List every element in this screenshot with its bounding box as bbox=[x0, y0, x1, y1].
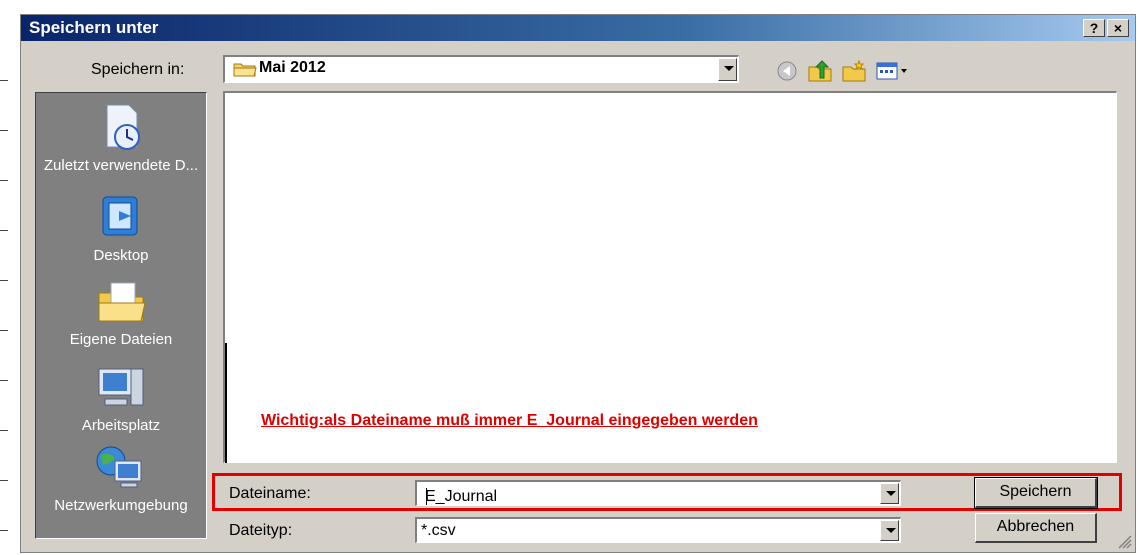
place-label: Eigene Dateien bbox=[69, 331, 173, 348]
up-folder-icon[interactable] bbox=[807, 59, 833, 83]
filetype-label: Dateityp: bbox=[229, 522, 293, 539]
place-network[interactable]: Netzwerkumgebung bbox=[36, 441, 206, 515]
save-in-value: Mai 2012 bbox=[259, 59, 326, 76]
list-border-artifact bbox=[225, 343, 227, 463]
text-caret bbox=[426, 488, 427, 505]
file-list[interactable]: Wichtig:als Dateiname muß immer E_Journa… bbox=[223, 91, 1117, 463]
title-bar[interactable]: Speichern unter ? × bbox=[21, 15, 1135, 41]
place-recent-documents[interactable]: Zuletzt verwendete D... bbox=[36, 101, 206, 175]
back-icon[interactable] bbox=[774, 59, 800, 83]
save-in-label: Speichern in: bbox=[91, 61, 185, 78]
background-spreadsheet-edge bbox=[0, 0, 22, 555]
dialog-title: Speichern unter bbox=[29, 18, 159, 37]
close-button[interactable]: × bbox=[1107, 19, 1129, 37]
place-label: Zuletzt verwendete D... bbox=[43, 157, 199, 174]
place-my-documents[interactable]: Eigene Dateien bbox=[36, 275, 206, 349]
place-desktop[interactable]: Desktop bbox=[36, 191, 206, 265]
network-icon bbox=[96, 446, 142, 488]
filetype-select[interactable]: *.csv bbox=[415, 517, 901, 543]
save-in-combo[interactable]: Mai 2012 bbox=[223, 55, 739, 83]
places-bar: Zuletzt verwendete D... Desktop Eigene D… bbox=[35, 92, 207, 539]
resize-grip-icon[interactable] bbox=[1118, 535, 1132, 549]
my-documents-icon bbox=[98, 282, 146, 322]
filename-input[interactable]: E_Journal bbox=[415, 480, 901, 506]
filename-label: Dateiname: bbox=[229, 485, 311, 502]
chevron-down-icon[interactable] bbox=[880, 483, 899, 504]
new-folder-icon[interactable] bbox=[841, 59, 867, 83]
place-label: Arbeitsplatz bbox=[81, 417, 161, 434]
place-my-computer[interactable]: Arbeitsplatz bbox=[36, 361, 206, 435]
desktop-icon bbox=[102, 196, 138, 236]
filetype-value: *.csv bbox=[421, 522, 456, 539]
chevron-down-icon[interactable] bbox=[718, 58, 737, 81]
help-button[interactable]: ? bbox=[1083, 19, 1105, 37]
instruction-note: Wichtig:als Dateiname muß immer E_Journa… bbox=[261, 412, 758, 429]
filename-value: E_Journal bbox=[425, 488, 498, 505]
my-computer-icon bbox=[98, 368, 144, 406]
folder-icon bbox=[233, 63, 257, 77]
chevron-down-icon[interactable] bbox=[880, 520, 899, 541]
recent-documents-icon bbox=[106, 104, 140, 150]
cancel-button[interactable]: Abbrechen bbox=[975, 513, 1097, 543]
place-label: Desktop bbox=[93, 247, 149, 264]
save-as-dialog: Speichern unter ? × Speichern in: Mai 20… bbox=[20, 14, 1136, 553]
place-label: Netzwerkumgebung bbox=[54, 497, 188, 514]
save-button[interactable]: Speichern bbox=[974, 477, 1098, 509]
view-menu-icon[interactable] bbox=[875, 59, 911, 83]
